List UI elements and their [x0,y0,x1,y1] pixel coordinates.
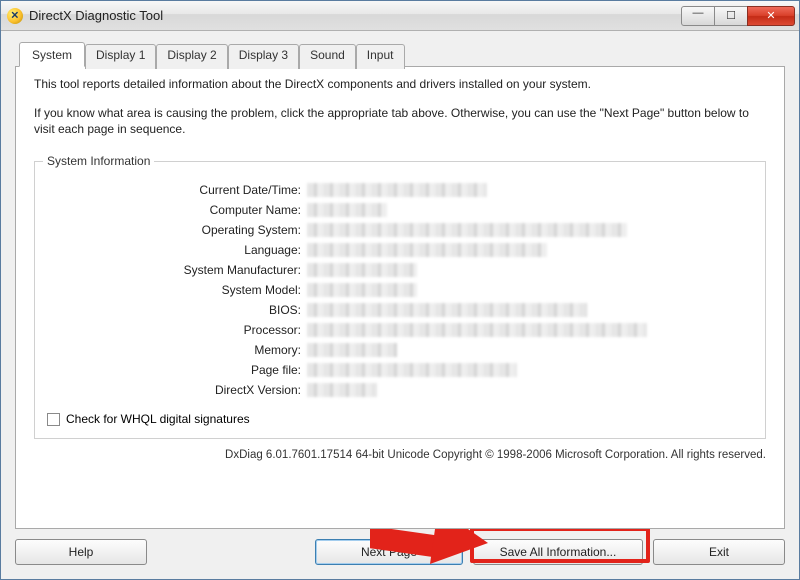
row-processor: Processor: [47,320,753,340]
row-bios: BIOS: [47,300,753,320]
tab-display-1[interactable]: Display 1 [85,44,156,69]
label-system-model: System Model: [47,283,307,297]
value-bios [307,303,753,317]
row-operating-system: Operating System: [47,220,753,240]
close-button[interactable]: ✕ [747,6,795,26]
minimize-button[interactable]: — [681,6,715,26]
label-processor: Processor: [47,323,307,337]
system-information-group: System Information Current Date/Time: Co… [34,161,766,439]
value-system-model [307,283,753,297]
client-area: System Display 1 Display 2 Display 3 Sou… [1,31,799,579]
save-all-information-button[interactable]: Save All Information... [473,539,643,565]
redacted-value [307,323,647,337]
tab-system[interactable]: System [19,42,85,67]
redacted-value [307,283,417,297]
window-controls: — ☐ ✕ [682,6,795,26]
maximize-button[interactable]: ☐ [714,6,748,26]
redacted-value [307,383,377,397]
row-system-model: System Model: [47,280,753,300]
tab-panel-system: This tool reports detailed information a… [15,66,785,529]
row-page-file: Page file: [47,360,753,380]
value-directx-version [307,383,753,397]
dialog-button-row: Help Next Page Save All Information... E… [15,539,785,565]
tab-strip: System Display 1 Display 2 Display 3 Sou… [19,42,785,67]
label-directx-version: DirectX Version: [47,383,307,397]
window-title: DirectX Diagnostic Tool [29,8,682,23]
label-operating-system: Operating System: [47,223,307,237]
label-current-date-time: Current Date/Time: [47,183,307,197]
tab-display-3[interactable]: Display 3 [228,44,299,69]
label-computer-name: Computer Name: [47,203,307,217]
redacted-value [307,263,417,277]
tab-input[interactable]: Input [356,44,405,69]
whql-checkbox[interactable] [47,413,60,426]
redacted-value [307,223,627,237]
row-directx-version: DirectX Version: [47,380,753,400]
whql-checkbox-label[interactable]: Check for WHQL digital signatures [66,412,250,426]
redacted-value [307,203,387,217]
label-system-manufacturer: System Manufacturer: [47,263,307,277]
value-operating-system [307,223,753,237]
label-page-file: Page file: [47,363,307,377]
tab-display-2[interactable]: Display 2 [156,44,227,69]
label-language: Language: [47,243,307,257]
value-processor [307,323,753,337]
tab-sound[interactable]: Sound [299,44,356,69]
group-title: System Information [43,154,154,168]
window-frame: DirectX Diagnostic Tool — ☐ ✕ System Dis… [0,0,800,580]
value-page-file [307,363,753,377]
value-system-manufacturer [307,263,753,277]
app-icon [7,8,23,24]
value-current-date-time [307,183,753,197]
intro-text-2: If you know what area is causing the pro… [34,105,766,137]
row-current-date-time: Current Date/Time: [47,180,753,200]
label-bios: BIOS: [47,303,307,317]
redacted-value [307,183,487,197]
value-memory [307,343,753,357]
next-page-button[interactable]: Next Page [315,539,463,565]
row-system-manufacturer: System Manufacturer: [47,260,753,280]
row-memory: Memory: [47,340,753,360]
value-language [307,243,753,257]
redacted-value [307,303,587,317]
row-language: Language: [47,240,753,260]
help-button[interactable]: Help [15,539,147,565]
row-computer-name: Computer Name: [47,200,753,220]
redacted-value [307,363,517,377]
copyright-text: DxDiag 6.01.7601.17514 64-bit Unicode Co… [34,449,766,461]
whql-checkbox-row: Check for WHQL digital signatures [47,412,753,426]
value-computer-name [307,203,753,217]
intro-text-1: This tool reports detailed information a… [34,77,766,91]
redacted-value [307,243,547,257]
exit-button[interactable]: Exit [653,539,785,565]
redacted-value [307,343,397,357]
title-bar[interactable]: DirectX Diagnostic Tool — ☐ ✕ [1,1,799,31]
label-memory: Memory: [47,343,307,357]
